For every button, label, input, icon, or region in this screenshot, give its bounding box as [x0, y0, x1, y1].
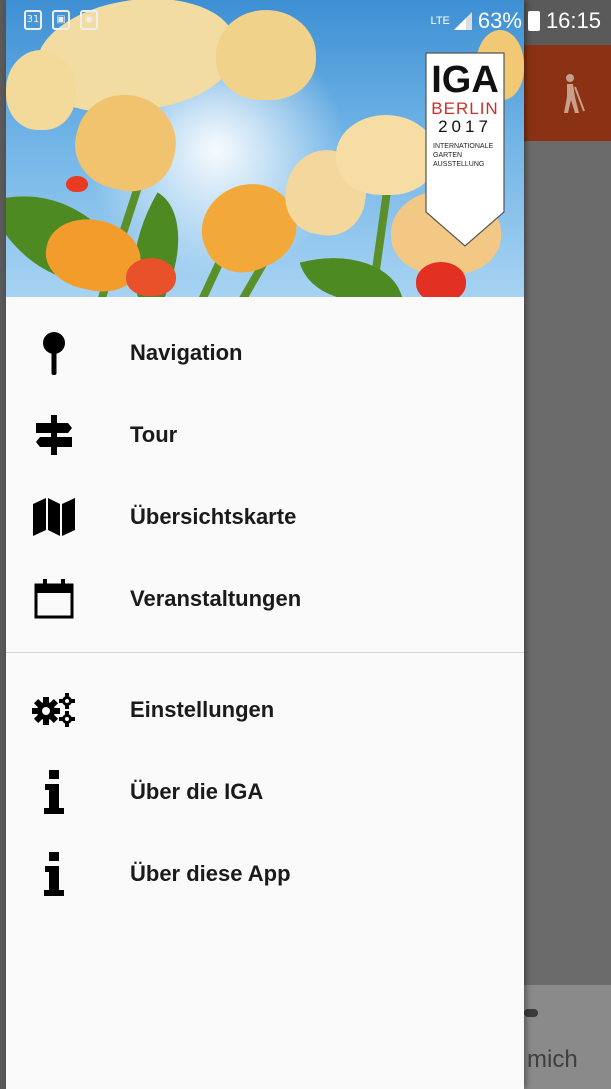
- menu-item-label: Veranstaltungen: [130, 586, 302, 611]
- gallery-icon: ▣: [52, 10, 70, 30]
- gears-icon: [30, 686, 78, 734]
- menu-item-label: Navigation: [130, 340, 243, 365]
- network-type: LTE: [430, 15, 450, 27]
- battery-percent: 63%: [477, 8, 522, 33]
- camera-icon: ◉: [80, 10, 98, 30]
- menu-item-label: Einstellungen: [130, 697, 275, 722]
- folded-map-icon: [30, 493, 78, 541]
- battery-icon: [527, 11, 540, 31]
- clock: 16:15: [545, 8, 601, 33]
- menu-item-ueber-diese-app[interactable]: Über diese App: [6, 833, 524, 915]
- walking-person-icon[interactable]: [557, 73, 587, 115]
- info-icon: [30, 850, 78, 898]
- svg-text:INTERNATIONALE: INTERNATIONALE: [433, 143, 493, 150]
- iga-logo: IGA BERLIN 2017 INTERNATIONALE GARTEN AU…: [425, 52, 505, 247]
- menu-item-veranstaltungen[interactable]: Veranstaltungen: [6, 558, 524, 640]
- svg-text:IGA: IGA: [431, 59, 499, 101]
- menu-item-label: Übersichtskarte: [130, 504, 297, 529]
- menu-item-label: Über diese App: [130, 861, 291, 886]
- menu-divider: [6, 652, 524, 653]
- calendar-31-icon: 31: [24, 10, 42, 30]
- bottom-bar-label[interactable]: mich: [527, 1046, 578, 1074]
- menu-item-label: Über die IGA: [130, 779, 264, 804]
- signpost-icon: [30, 411, 78, 459]
- menu-item-tour[interactable]: Tour: [6, 394, 524, 476]
- menu-item-uebersichtskarte[interactable]: Übersichtskarte: [6, 476, 524, 558]
- signal-icon: [453, 12, 472, 30]
- navigation-drawer: IGA BERLIN 2017 INTERNATIONALE GARTEN AU…: [6, 0, 524, 1089]
- menu-item-label: Tour: [130, 422, 178, 447]
- bottom-bar-icon: [524, 1009, 538, 1017]
- svg-text:2017: 2017: [438, 117, 492, 136]
- status-bar: 31 ▣ ◉ LTE 63% 16:15: [0, 0, 611, 45]
- map-pin-icon: [30, 329, 78, 377]
- menu-item-einstellungen[interactable]: Einstellungen: [6, 669, 524, 751]
- calendar-icon: [30, 575, 78, 623]
- app-content-dimmed: [524, 141, 611, 1089]
- svg-text:AUSSTELLUNG: AUSSTELLUNG: [433, 161, 484, 168]
- info-icon: [30, 768, 78, 816]
- svg-text:BERLIN: BERLIN: [431, 99, 498, 118]
- svg-text:GARTEN: GARTEN: [433, 152, 462, 159]
- menu-item-navigation[interactable]: Navigation: [6, 312, 524, 394]
- drawer-menu: Navigation Tour Übersichtskarte Veransta…: [6, 312, 524, 915]
- menu-item-ueber-die-iga[interactable]: Über die IGA: [6, 751, 524, 833]
